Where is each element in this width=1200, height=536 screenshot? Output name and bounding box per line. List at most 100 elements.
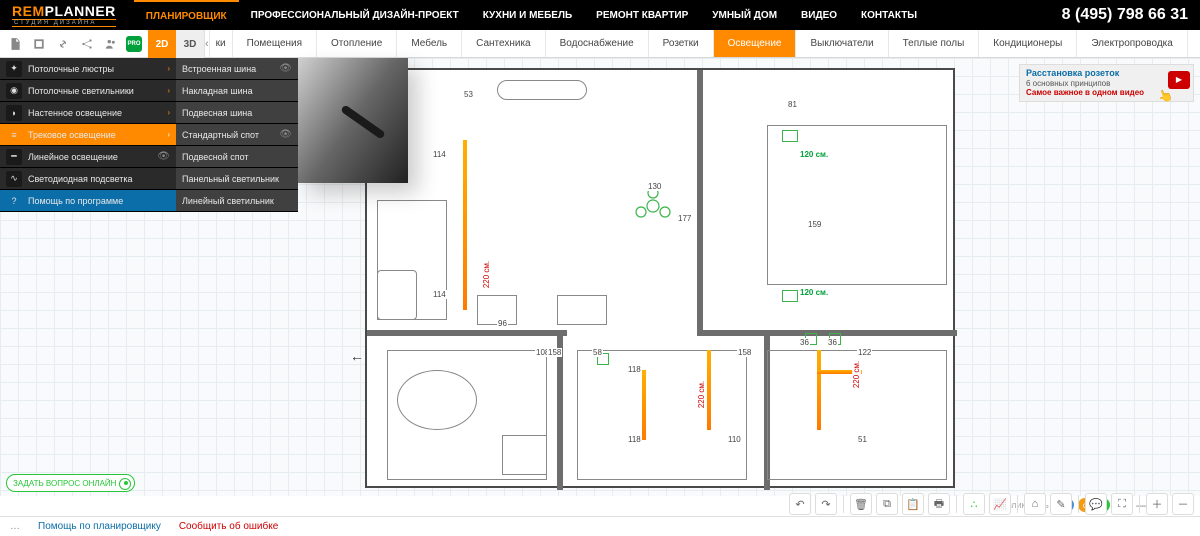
cat-sockets[interactable]: Розетки	[649, 30, 714, 57]
print-icon[interactable]: 🖶	[928, 493, 950, 515]
pal-label: Стандартный спот	[182, 130, 259, 140]
link-icon[interactable]	[54, 35, 72, 53]
pal-ceiling-chandeliers[interactable]: ✦Потолочные люстры›	[0, 58, 176, 80]
dim-label: 36	[799, 338, 810, 347]
trash-icon[interactable]: 🗑	[850, 493, 872, 515]
cat-wiring[interactable]: Электропроводка	[1077, 30, 1188, 57]
measure-icon[interactable]: ✎	[1050, 493, 1072, 515]
nav-kitchens[interactable]: КУХНИ И МЕБЕЛЬ	[471, 0, 584, 30]
clipboard-icon[interactable]: 📋	[902, 493, 924, 515]
pal-label: Линейный светильник	[182, 196, 274, 206]
pal-led-strip[interactable]: ∿ Светодиодная подсветка	[0, 168, 176, 190]
pro-badge[interactable]: PRO	[126, 36, 142, 52]
copy-icon[interactable]: ⧉	[876, 493, 898, 515]
dots-icon[interactable]: ∴	[963, 493, 985, 515]
pal-label: Подвесной спот	[182, 152, 249, 162]
pal-label: Потолочные люстры	[28, 64, 114, 74]
floorplan[interactable]: 53 114 114 96 108 58 130 177 81 159 120 …	[365, 68, 955, 488]
file-tools: PRO	[0, 30, 148, 57]
dim-label: 220 см.	[697, 380, 706, 409]
pal-label: Потолочные светильники	[28, 86, 134, 96]
pal-label: Подвесная шина	[182, 108, 252, 118]
sub-built-in-rail[interactable]: Встроенная шина👁	[176, 58, 298, 80]
sub-pendant-spot[interactable]: Подвесной спот	[176, 146, 298, 168]
sub-standard-spot[interactable]: Стандартный спот👁	[176, 124, 298, 146]
dim-label: 130	[647, 182, 662, 191]
dim-label: 177	[677, 214, 692, 223]
dim-label: 96	[497, 319, 508, 328]
nav-planner[interactable]: ПЛАНИРОВЩИК	[134, 0, 239, 30]
cat-plumbing[interactable]: Сантехника	[462, 30, 546, 57]
cat-partial-left[interactable]: ки	[210, 30, 233, 57]
pal-wall-lights[interactable]: ◗Настенное освещение›	[0, 102, 176, 124]
dim-label: 53	[463, 90, 474, 99]
view-2d-button[interactable]: 2D	[148, 30, 176, 58]
footer-help-link[interactable]: Помощь по планировщику	[38, 521, 161, 532]
nav-renovation[interactable]: РЕМОНТ КВАРТИР	[584, 0, 700, 30]
pal-label: Светодиодная подсветка	[28, 174, 132, 184]
logo-subtitle: СТУДИЯ ДИЗАЙНА	[12, 19, 116, 27]
led-icon: ∿	[6, 171, 22, 187]
left-arrow-icon: ←	[350, 348, 364, 364]
cat-flooring[interactable]: Напольные покрыт	[1188, 30, 1200, 57]
zoom-in-icon[interactable]: ＋	[1146, 493, 1168, 515]
redo-icon[interactable]: ↷	[815, 493, 837, 515]
pal-ceiling-lights[interactable]: ◉Потолочные светильники›	[0, 80, 176, 102]
cat-switches[interactable]: Выключатели	[796, 30, 888, 57]
dim-label: 220 см.	[482, 260, 491, 289]
nav-video[interactable]: ВИДЕО	[789, 0, 849, 30]
phone-number: 8 (495) 798 66 31	[1062, 6, 1188, 24]
view-toggle: 2D 3D	[148, 30, 204, 57]
logo[interactable]: REMPLANNER СТУДИЯ ДИЗАЙНА	[12, 4, 116, 27]
dim-label: 159	[807, 220, 822, 229]
footer-report-link[interactable]: Сообщить об ошибке	[179, 521, 278, 532]
lighting-palette: ✦Потолочные люстры› ◉Потолочные светильн…	[0, 58, 298, 212]
users-icon[interactable]	[102, 35, 120, 53]
nav-design-project[interactable]: ПРОФЕССИОНАЛЬНЫЙ ДИЗАЙН-ПРОЕКТ	[239, 0, 471, 30]
cat-furniture[interactable]: Мебель	[397, 30, 462, 57]
promo-card[interactable]: Расстановка розеток 6 основных принципов…	[1019, 64, 1194, 102]
sub-pendant-rail[interactable]: Подвесная шина	[176, 102, 298, 124]
pal-label: Встроенная шина	[182, 64, 256, 74]
chart-icon[interactable]: 📈	[989, 493, 1011, 515]
pal-label: Помощь по программе	[28, 196, 123, 206]
comment-icon[interactable]: 💬	[1085, 493, 1107, 515]
footer: … Помощь по планировщику Сообщить об оши…	[0, 516, 1200, 536]
pal-label: Настенное освещение	[28, 108, 122, 118]
nav-contacts[interactable]: КОНТАКТЫ	[849, 0, 929, 30]
undo-icon[interactable]: ↶	[789, 493, 811, 515]
dim-label: 122	[857, 348, 872, 357]
new-file-icon[interactable]	[6, 35, 24, 53]
chat-online-button[interactable]: ЗАДАТЬ ВОПРОС ОНЛАЙН	[6, 474, 135, 492]
zoom-out-icon[interactable]: －	[1172, 493, 1194, 515]
linear-icon: ━	[6, 149, 22, 165]
cat-water[interactable]: Водоснабжение	[546, 30, 649, 57]
home-icon[interactable]: ⌂	[1024, 493, 1046, 515]
cat-warm-floor[interactable]: Теплые полы	[889, 30, 980, 57]
sub-surface-rail[interactable]: Накладная шина	[176, 80, 298, 102]
cat-ac[interactable]: Кондиционеры	[979, 30, 1077, 57]
cat-rooms[interactable]: Помещения	[233, 30, 317, 57]
cat-lighting[interactable]: Освещение	[714, 30, 797, 57]
pal-help[interactable]: ?Помощь по программе	[0, 190, 176, 212]
nav-smart-home[interactable]: УМНЫЙ ДОМ	[700, 0, 789, 30]
pal-linear-lighting[interactable]: ━Линейное освещение👁	[0, 146, 176, 168]
view-3d-button[interactable]: 3D	[176, 30, 204, 58]
pal-track-lighting[interactable]: ≡Трековое освещение›	[0, 124, 176, 146]
pal-label: Трековое освещение	[28, 130, 116, 140]
top-nav: ПЛАНИРОВЩИК ПРОФЕССИОНАЛЬНЫЙ ДИЗАЙН-ПРОЕ…	[134, 0, 929, 30]
promo-tagline: Самое важное в одном видео	[1026, 88, 1165, 98]
open-file-icon[interactable]	[30, 35, 48, 53]
sub-linear-light[interactable]: Линейный светильник	[176, 190, 298, 212]
dim-label: 58	[592, 348, 603, 357]
chandelier-icon	[632, 185, 674, 227]
pal-label: Панельный светильник	[182, 174, 279, 184]
chandelier-icon: ✦	[6, 61, 22, 77]
logo-rem: REM	[12, 3, 45, 19]
sub-panel-light[interactable]: Панельный светильник	[176, 168, 298, 190]
track-icon: ≡	[6, 127, 22, 143]
bottom-toolbar: ↶ ↷ 🗑 ⧉ 📋 🖶 ∴ 📈 ⌂ ✎ 💬 ⛶ ＋ －	[0, 492, 1200, 516]
fullscreen-icon[interactable]: ⛶	[1111, 493, 1133, 515]
share-icon[interactable]	[78, 35, 96, 53]
cat-heating[interactable]: Отопление	[317, 30, 397, 57]
